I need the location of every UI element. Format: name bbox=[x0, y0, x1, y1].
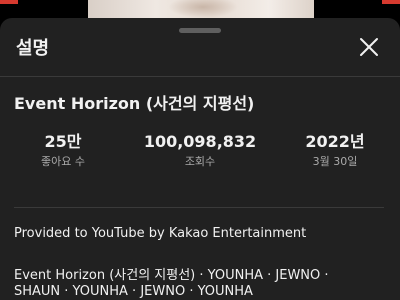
thumbnail-edge-accent-left bbox=[0, 0, 18, 4]
description-line-track: Event Horizon (사건의 지평선) · YOUNHA · JEWNO… bbox=[14, 268, 329, 283]
close-icon bbox=[360, 38, 378, 56]
thumbnail-edge-accent-right bbox=[382, 0, 400, 4]
likes-stat: 25만 좋아요 수 bbox=[28, 132, 98, 170]
description-line-provider: Provided to YouTube by Kakao Entertainme… bbox=[14, 226, 307, 241]
publish-day: 3월 30일 bbox=[312, 155, 358, 168]
views-label: 조회수 bbox=[184, 155, 216, 168]
close-button[interactable] bbox=[356, 34, 382, 60]
likes-label: 좋아요 수 bbox=[41, 155, 85, 168]
stats-divider bbox=[14, 207, 384, 208]
views-count: 100,098,832 bbox=[143, 132, 257, 151]
header-divider bbox=[0, 76, 400, 77]
views-stat: 100,098,832 조회수 bbox=[134, 132, 266, 170]
sheet-title: 설명 bbox=[16, 38, 50, 59]
description-line-credits: SHAUN · YOUNHA · JEWNO · YOUNHA bbox=[14, 284, 253, 299]
video-title: Event Horizon (사건의 지평선) bbox=[14, 94, 255, 113]
likes-count: 25만 bbox=[44, 132, 82, 151]
video-thumbnail[interactable] bbox=[88, 0, 314, 18]
publish-date-stat: 2022년 3월 30일 bbox=[290, 132, 380, 170]
publish-year: 2022년 bbox=[305, 132, 365, 151]
drag-handle[interactable] bbox=[179, 28, 221, 33]
